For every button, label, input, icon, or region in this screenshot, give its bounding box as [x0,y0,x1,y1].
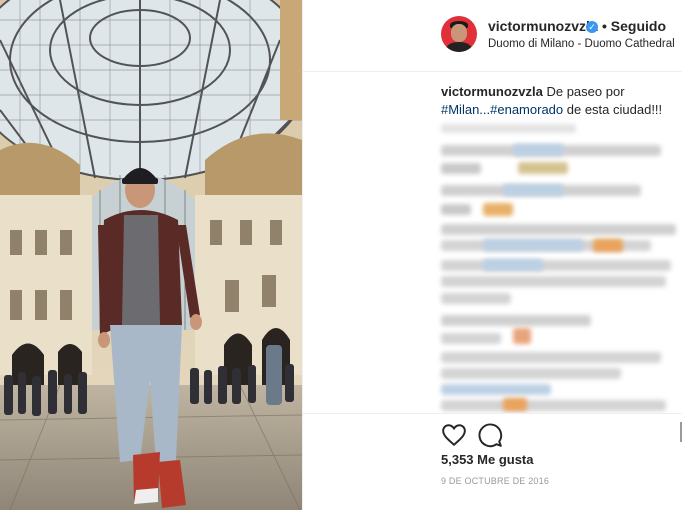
caption-text: De paseo por [542,84,625,99]
location-link[interactable]: Duomo di Milano - Duomo Cathedral [488,38,675,50]
likes-count[interactable]: 5,353 Me gusta [441,452,534,467]
username-link[interactable]: victormunozvzla [488,18,598,34]
post-date[interactable]: 9 DE OCTUBRE DE 2016 [441,476,549,486]
caption-text-end: de esta ciudad!!! [563,102,663,117]
heart-icon[interactable] [441,422,467,448]
caption-username-link[interactable]: victormunozvzla [441,84,543,99]
post-header: victormunozvzla ✓ • Seguido Duomo di Mil… [303,0,682,72]
following-button[interactable]: • Seguido [602,18,666,34]
avatar[interactable] [441,16,477,52]
verified-badge-icon: ✓ [586,21,598,33]
comment-icon[interactable] [477,422,503,448]
post-sidebar: victormunozvzla ✓ • Seguido Duomo di Mil… [302,0,682,510]
post-caption: victormunozvzla De paseo por #Milan...#e… [441,83,675,119]
post-actions: 5,353 Me gusta 9 DE OCTUBRE DE 2016 [303,413,682,510]
caption-hashtags-link[interactable]: #Milan...#enamorado [441,102,563,117]
post-photo[interactable] [0,0,302,510]
